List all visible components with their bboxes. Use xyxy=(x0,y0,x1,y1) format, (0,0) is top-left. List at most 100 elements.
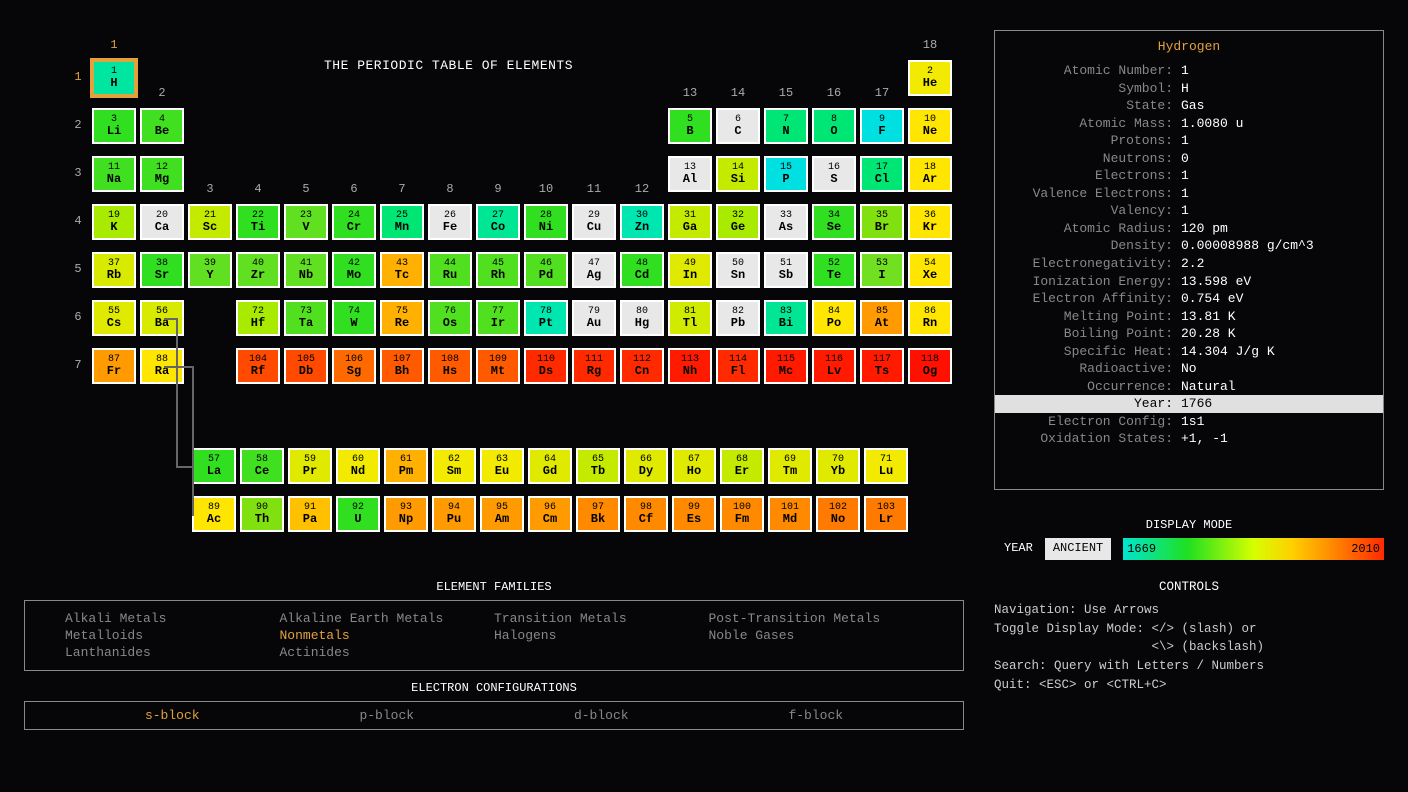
element-cell-Hs[interactable]: 108Hs xyxy=(428,348,472,384)
element-cell-Zr[interactable]: 40Zr xyxy=(236,252,280,288)
element-cell-Ga[interactable]: 31Ga xyxy=(668,204,712,240)
element-cell-Re[interactable]: 75Re xyxy=(380,300,424,336)
element-cell-Gd[interactable]: 64Gd xyxy=(528,448,572,484)
element-cell-Li[interactable]: 3Li xyxy=(92,108,136,144)
element-cell-Hg[interactable]: 80Hg xyxy=(620,300,664,336)
element-cell-Kr[interactable]: 36Kr xyxy=(908,204,952,240)
config-item[interactable]: s-block xyxy=(65,708,280,723)
element-cell-Eu[interactable]: 63Eu xyxy=(480,448,524,484)
element-cell-Po[interactable]: 84Po xyxy=(812,300,856,336)
element-cell-Rn[interactable]: 86Rn xyxy=(908,300,952,336)
element-cell-Sb[interactable]: 51Sb xyxy=(764,252,808,288)
element-cell-Fl[interactable]: 114Fl xyxy=(716,348,760,384)
element-cell-Nd[interactable]: 60Nd xyxy=(336,448,380,484)
element-cell-Fr[interactable]: 87Fr xyxy=(92,348,136,384)
element-cell-Zn[interactable]: 30Zn xyxy=(620,204,664,240)
element-cell-Og[interactable]: 118Og xyxy=(908,348,952,384)
element-cell-Rb[interactable]: 37Rb xyxy=(92,252,136,288)
element-cell-Lv[interactable]: 116Lv xyxy=(812,348,856,384)
element-cell-Pr[interactable]: 59Pr xyxy=(288,448,332,484)
element-cell-U[interactable]: 92U xyxy=(336,496,380,532)
element-cell-Ru[interactable]: 44Ru xyxy=(428,252,472,288)
element-cell-Mo[interactable]: 42Mo xyxy=(332,252,376,288)
element-cell-Th[interactable]: 90Th xyxy=(240,496,284,532)
config-item[interactable]: d-block xyxy=(494,708,709,723)
element-cell-Bh[interactable]: 107Bh xyxy=(380,348,424,384)
element-cell-Rh[interactable]: 45Rh xyxy=(476,252,520,288)
element-cell-Os[interactable]: 76Os xyxy=(428,300,472,336)
element-cell-S[interactable]: 16S xyxy=(812,156,856,192)
element-cell-Be[interactable]: 4Be xyxy=(140,108,184,144)
element-cell-Mg[interactable]: 12Mg xyxy=(140,156,184,192)
element-cell-Rg[interactable]: 111Rg xyxy=(572,348,616,384)
element-cell-Ce[interactable]: 58Ce xyxy=(240,448,284,484)
element-cell-Cd[interactable]: 48Cd xyxy=(620,252,664,288)
element-cell-Se[interactable]: 34Se xyxy=(812,204,856,240)
element-cell-Ho[interactable]: 67Ho xyxy=(672,448,716,484)
element-cell-O[interactable]: 8O xyxy=(812,108,856,144)
element-cell-I[interactable]: 53I xyxy=(860,252,904,288)
config-item[interactable]: p-block xyxy=(280,708,495,723)
element-cell-He[interactable]: 2He xyxy=(908,60,952,96)
element-cell-N[interactable]: 7N xyxy=(764,108,808,144)
element-cell-Ar[interactable]: 18Ar xyxy=(908,156,952,192)
family-item[interactable]: Post-Transition Metals xyxy=(709,611,924,626)
element-cell-Db[interactable]: 105Db xyxy=(284,348,328,384)
family-item[interactable]: Noble Gases xyxy=(709,628,924,643)
element-cell-Ca[interactable]: 20Ca xyxy=(140,204,184,240)
element-cell-Cr[interactable]: 24Cr xyxy=(332,204,376,240)
element-cell-Tc[interactable]: 43Tc xyxy=(380,252,424,288)
element-cell-Am[interactable]: 95Am xyxy=(480,496,524,532)
element-cell-Nb[interactable]: 41Nb xyxy=(284,252,328,288)
element-cell-Fe[interactable]: 26Fe xyxy=(428,204,472,240)
element-cell-Ir[interactable]: 77Ir xyxy=(476,300,520,336)
element-cell-Pu[interactable]: 94Pu xyxy=(432,496,476,532)
element-cell-P[interactable]: 15P xyxy=(764,156,808,192)
family-item[interactable]: Alkali Metals xyxy=(65,611,280,626)
element-cell-As[interactable]: 33As xyxy=(764,204,808,240)
family-item[interactable]: Halogens xyxy=(494,628,709,643)
element-cell-W[interactable]: 74W xyxy=(332,300,376,336)
element-cell-Yb[interactable]: 70Yb xyxy=(816,448,860,484)
element-cell-Ts[interactable]: 117Ts xyxy=(860,348,904,384)
element-cell-Hf[interactable]: 72Hf xyxy=(236,300,280,336)
element-cell-Tb[interactable]: 65Tb xyxy=(576,448,620,484)
element-cell-Sm[interactable]: 62Sm xyxy=(432,448,476,484)
element-cell-Pm[interactable]: 61Pm xyxy=(384,448,428,484)
element-cell-Ne[interactable]: 10Ne xyxy=(908,108,952,144)
element-cell-H[interactable]: 1H xyxy=(92,60,136,96)
element-cell-Ta[interactable]: 73Ta xyxy=(284,300,328,336)
element-cell-Mt[interactable]: 109Mt xyxy=(476,348,520,384)
element-cell-Md[interactable]: 101Md xyxy=(768,496,812,532)
element-cell-Nh[interactable]: 113Nh xyxy=(668,348,712,384)
family-item[interactable]: Actinides xyxy=(280,645,495,660)
element-cell-Y[interactable]: 39Y xyxy=(188,252,232,288)
element-cell-Ti[interactable]: 22Ti xyxy=(236,204,280,240)
element-cell-Ge[interactable]: 32Ge xyxy=(716,204,760,240)
element-cell-Sr[interactable]: 38Sr xyxy=(140,252,184,288)
element-cell-Sc[interactable]: 21Sc xyxy=(188,204,232,240)
element-cell-Bk[interactable]: 97Bk xyxy=(576,496,620,532)
element-cell-B[interactable]: 5B xyxy=(668,108,712,144)
element-cell-Np[interactable]: 93Np xyxy=(384,496,428,532)
config-item[interactable]: f-block xyxy=(709,708,924,723)
element-cell-K[interactable]: 19K xyxy=(92,204,136,240)
element-cell-Si[interactable]: 14Si xyxy=(716,156,760,192)
element-cell-Er[interactable]: 68Er xyxy=(720,448,764,484)
element-cell-Tm[interactable]: 69Tm xyxy=(768,448,812,484)
element-cell-La[interactable]: 57La xyxy=(192,448,236,484)
element-cell-Es[interactable]: 99Es xyxy=(672,496,716,532)
element-cell-Ds[interactable]: 110Ds xyxy=(524,348,568,384)
element-cell-Cf[interactable]: 98Cf xyxy=(624,496,668,532)
element-cell-Ni[interactable]: 28Ni xyxy=(524,204,568,240)
family-item[interactable]: Nonmetals xyxy=(280,628,495,643)
element-cell-C[interactable]: 6C xyxy=(716,108,760,144)
element-cell-Sn[interactable]: 50Sn xyxy=(716,252,760,288)
family-item[interactable]: Lanthanides xyxy=(65,645,280,660)
element-cell-Tl[interactable]: 81Tl xyxy=(668,300,712,336)
element-cell-F[interactable]: 9F xyxy=(860,108,904,144)
element-cell-Al[interactable]: 13Al xyxy=(668,156,712,192)
element-cell-Lu[interactable]: 71Lu xyxy=(864,448,908,484)
element-cell-Mc[interactable]: 115Mc xyxy=(764,348,808,384)
element-cell-Cs[interactable]: 55Cs xyxy=(92,300,136,336)
